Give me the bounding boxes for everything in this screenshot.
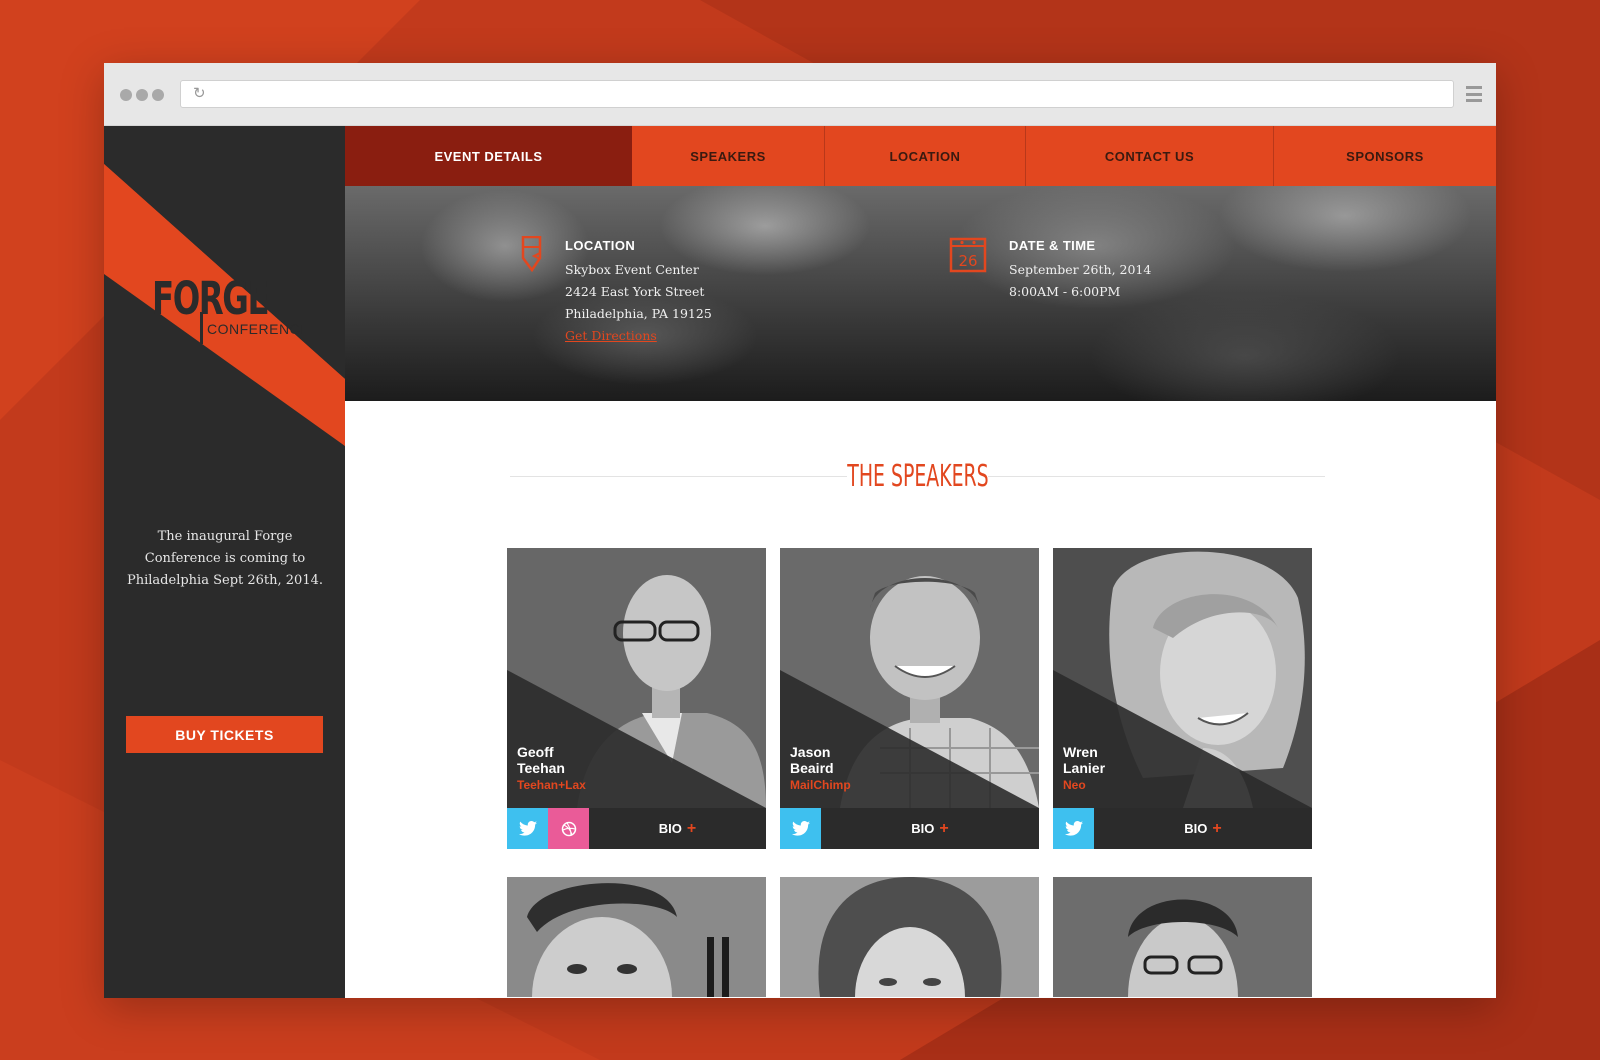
- reload-icon[interactable]: ↻: [193, 86, 209, 102]
- nav-event-details[interactable]: EVENT DETAILS: [345, 126, 632, 186]
- event-date: September 26th, 2014: [1009, 262, 1152, 277]
- sidebar: FORGE CONFERENCE The inaugural Forge Con…: [104, 126, 345, 998]
- speaker-card[interactable]: [507, 877, 766, 997]
- speaker-card[interactable]: Geoff Teehan Teehan+Lax BIO +: [507, 548, 766, 849]
- logo-stem: [200, 312, 203, 344]
- speakers-heading: THE SPEAKERS: [510, 456, 1325, 496]
- speaker-company: Neo: [1063, 778, 1086, 792]
- speaker-card[interactable]: Wren Lanier Neo BIO +: [1053, 548, 1312, 849]
- window-dot-maximize[interactable]: [152, 89, 164, 101]
- twitter-icon[interactable]: [507, 808, 548, 849]
- event-hero: LOCATION Skybox Event Center 2424 East Y…: [345, 186, 1496, 401]
- speakers-title: THE SPEAKERS: [846, 458, 989, 494]
- map-pin-icon: [521, 236, 542, 272]
- window-dot-minimize[interactable]: [136, 89, 148, 101]
- address-bar[interactable]: ↻: [180, 80, 1454, 108]
- dribbble-icon[interactable]: [548, 808, 589, 849]
- speaker-name: Wren Lanier: [1063, 744, 1106, 776]
- heading-rule-left: [510, 475, 847, 477]
- speakers-section: THE SPEAKERS Geoff Teehan Teehan+Lax BIO…: [345, 401, 1496, 998]
- datetime-info: 26 DATE & TIME September 26th, 2014 8:00…: [949, 237, 1152, 303]
- speaker-card[interactable]: [780, 877, 1039, 997]
- speaker-company: MailChimp: [790, 778, 851, 792]
- speaker-name: Geoff Teehan: [517, 744, 565, 776]
- plus-icon: +: [686, 819, 697, 837]
- get-directions-link[interactable]: Get Directions: [565, 325, 712, 347]
- speaker-card[interactable]: Jason Beaird MailChimp BIO +: [780, 548, 1039, 849]
- location-city: Philadelphia, PA 19125: [565, 306, 712, 321]
- window-dot-close[interactable]: [120, 89, 132, 101]
- speaker-name: Jason Beaird: [790, 744, 834, 776]
- sidebar-tagline: The inaugural Forge Conference is coming…: [127, 529, 323, 588]
- main-nav: EVENT DETAILS SPEAKERS LOCATION CONTACT …: [345, 126, 1496, 186]
- heading-rule-right: [988, 475, 1325, 477]
- nav-location[interactable]: LOCATION: [825, 126, 1026, 186]
- plus-icon: +: [939, 819, 949, 837]
- twitter-icon[interactable]: [1053, 808, 1094, 849]
- twitter-icon[interactable]: [780, 808, 821, 849]
- location-street: 2424 East York Street: [565, 284, 705, 299]
- speaker-card[interactable]: [1053, 877, 1312, 997]
- bio-button[interactable]: BIO +: [1094, 808, 1312, 849]
- location-title: LOCATION: [565, 238, 636, 253]
- browser-chrome: ↻: [104, 63, 1496, 126]
- speaker-card-footer: BIO +: [780, 808, 1039, 849]
- speaker-card-footer: BIO +: [1053, 808, 1312, 849]
- bio-button[interactable]: BIO +: [821, 808, 1039, 849]
- nav-sponsors[interactable]: SPONSORS: [1274, 126, 1496, 186]
- location-venue: Skybox Event Center: [565, 262, 699, 277]
- nav-contact-us[interactable]: CONTACT US: [1026, 126, 1274, 186]
- logo-subtitle: CONFERENCE: [207, 321, 311, 337]
- plus-icon: +: [1212, 819, 1222, 837]
- logo-wordmark: FORGE: [152, 272, 270, 325]
- hamburger-menu-icon[interactable]: [1466, 86, 1482, 102]
- website: FORGE CONFERENCE The inaugural Forge Con…: [104, 126, 1496, 998]
- speaker-company: Teehan+Lax: [517, 778, 586, 792]
- event-time: 8:00AM - 6:00PM: [1009, 284, 1121, 299]
- calendar-day: 26: [958, 252, 977, 270]
- location-info: LOCATION Skybox Event Center 2424 East Y…: [521, 236, 712, 347]
- browser-window: ↻ FORGE CONFERENCE The inaugural Forge C…: [104, 63, 1496, 998]
- datetime-title: DATE & TIME: [1009, 238, 1096, 253]
- window-controls: [120, 89, 164, 101]
- calendar-icon: 26: [949, 237, 987, 273]
- forge-logo[interactable]: FORGE CONFERENCE: [152, 272, 342, 344]
- speaker-card-footer: BIO +: [507, 808, 766, 849]
- nav-speakers[interactable]: SPEAKERS: [632, 126, 825, 186]
- buy-tickets-button[interactable]: BUY TICKETS: [126, 716, 323, 753]
- bio-button[interactable]: BIO +: [589, 808, 766, 849]
